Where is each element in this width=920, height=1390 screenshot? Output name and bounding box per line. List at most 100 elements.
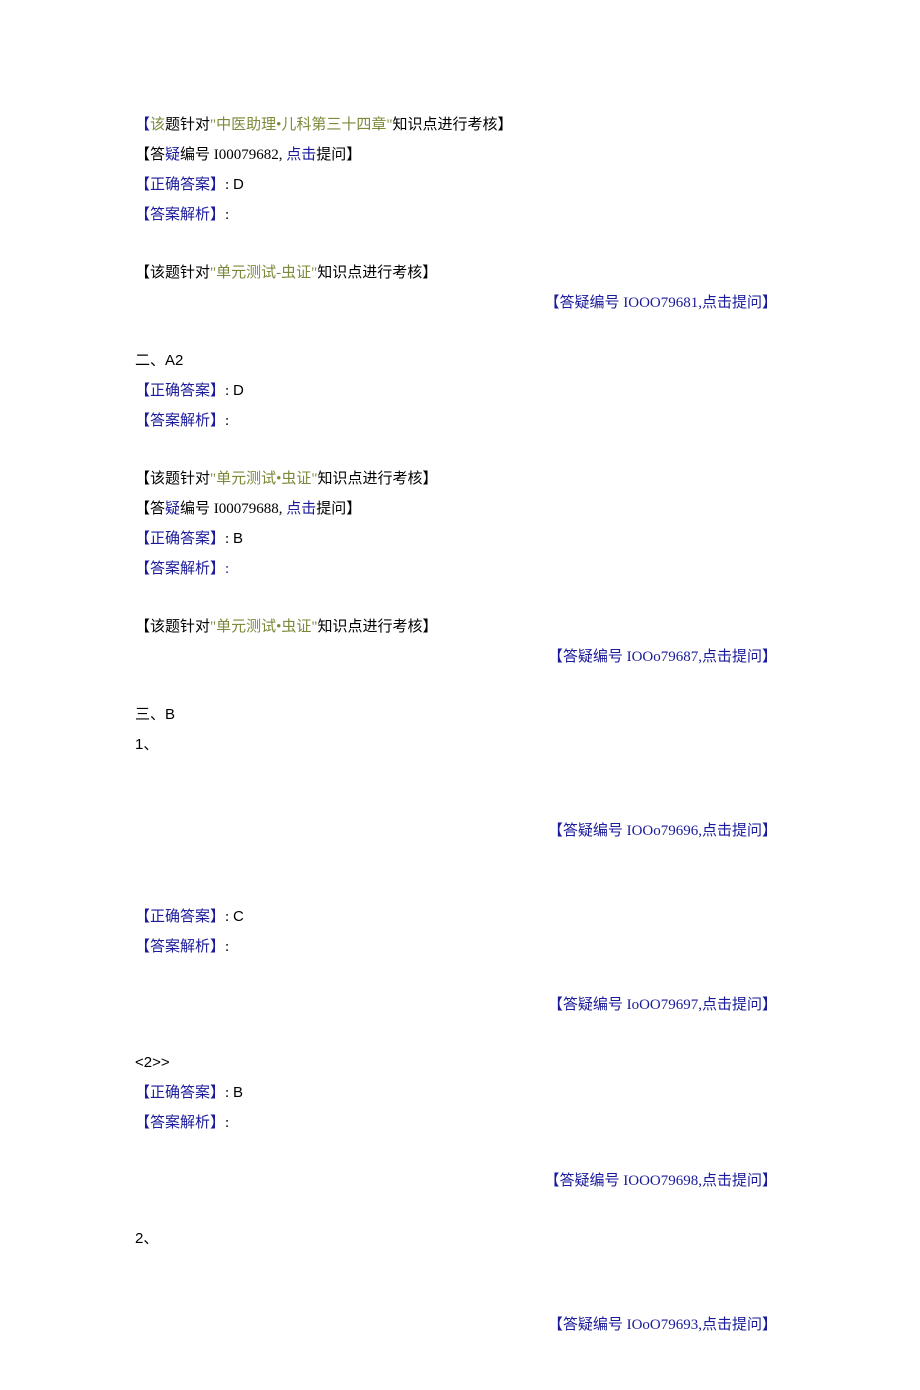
text-run: B — [165, 706, 175, 723]
text-line: 【答疑编号 I00079688, 点击提问】 — [135, 494, 785, 524]
text-run: 【正确答案】 — [135, 383, 225, 399]
text-run: C — [233, 908, 244, 925]
text-run: 【该题针对 — [135, 265, 210, 281]
blank-line — [135, 846, 785, 874]
text-run: "单元测试•虫证" — [210, 619, 318, 635]
text-run: B — [233, 1084, 243, 1101]
text-line: 【答案解析】: — [135, 554, 785, 584]
text-line: 二、A2 — [135, 346, 785, 376]
blank-line — [135, 874, 785, 902]
text-run: B — [233, 530, 243, 547]
text-line: 【答疑编号 IOOo79696,点击提问】 — [135, 816, 785, 846]
text-line: 【答疑编号 IOoO79693,点击提问】 — [135, 1310, 785, 1340]
text-line: 【答疑编号 IoOO79697,点击提问】 — [135, 990, 785, 1020]
text-run: 提问】 — [316, 501, 361, 517]
blank-line — [135, 1020, 785, 1048]
text-run: 疑 — [165, 501, 180, 517]
text-run: 点击 — [286, 501, 316, 517]
text-line: 【该题针对"单元测试•虫证"知识点进行考核】 — [135, 464, 785, 494]
text-line: 【答疑编号 IOOO79681,点击提问】 — [135, 288, 785, 318]
text-line: 【正确答案】: B — [135, 524, 785, 554]
text-run: 知识点进行考核】 — [318, 471, 438, 487]
text-run: "单元测试•虫证" — [210, 471, 318, 487]
text-run: 【正确答案】 — [135, 531, 225, 547]
blank-line — [135, 584, 785, 612]
blank-line — [135, 962, 785, 990]
text-line: 【正确答案】: D — [135, 170, 785, 200]
text-run: : — [225, 939, 229, 955]
text-run: 三、 — [135, 707, 165, 723]
text-run: 【答案解析】 — [135, 939, 225, 955]
text-run: 【答案解析】 — [135, 1115, 225, 1131]
text-line: 【答案解析】: — [135, 932, 785, 962]
text-line: 【答疑编号 IOOo79687,点击提问】 — [135, 642, 785, 672]
text-run: : — [225, 531, 233, 547]
text-run: 题针对 — [165, 117, 210, 133]
blank-line — [135, 436, 785, 464]
blank-line — [135, 318, 785, 346]
blank-line — [135, 672, 785, 700]
text-line: 【该题针对"单元测试-虫证"知识点进行考核】 — [135, 258, 785, 288]
text-run: 编号 I00079688, — [180, 501, 286, 517]
text-run: 【该题针对 — [135, 471, 210, 487]
text-run: "中医助理•儿科第三十四章" — [210, 117, 393, 133]
text-run: 【答疑编号 IOOo79696,点击提问】 — [548, 823, 777, 839]
text-run: 【答案解析】: — [135, 561, 229, 577]
text-run: D — [233, 382, 244, 399]
text-run: 【答疑编号 IOOO79698,点击提问】 — [545, 1173, 778, 1189]
text-run: : — [225, 383, 233, 399]
blank-line — [135, 760, 785, 788]
blank-line — [135, 788, 785, 816]
document-body: 【该题针对"中医助理•儿科第三十四章"知识点进行考核】【答疑编号 I000796… — [135, 110, 785, 1340]
text-run: "单元测试-虫证" — [210, 265, 317, 281]
text-run: 【正确答案】 — [135, 1085, 225, 1101]
text-run: 【答疑编号 IOOo79687,点击提问】 — [548, 649, 777, 665]
text-run: : — [225, 413, 229, 429]
text-run: 【正确答案】 — [135, 909, 225, 925]
text-run: 知识点进行考核】 — [317, 265, 437, 281]
text-run: 该 — [150, 117, 165, 133]
text-line: 【答疑编号 I00079682, 点击提问】 — [135, 140, 785, 170]
text-run: : — [225, 177, 233, 193]
text-line: 【答疑编号 IOOO79698,点击提问】 — [135, 1166, 785, 1196]
text-run: 【正确答案】 — [135, 177, 225, 193]
text-run: 【答疑编号 IOoO79693,点击提问】 — [548, 1317, 777, 1333]
text-run: A2 — [165, 352, 183, 369]
text-line: 【该题针对"中医助理•儿科第三十四章"知识点进行考核】 — [135, 110, 785, 140]
text-run: 【答案解析】 — [135, 413, 225, 429]
text-run: 、 — [143, 1231, 158, 1247]
blank-line — [135, 1282, 785, 1310]
text-line: 【该题针对"单元测试•虫证"知识点进行考核】 — [135, 612, 785, 642]
text-line: 【正确答案】: C — [135, 902, 785, 932]
blank-line — [135, 1196, 785, 1224]
text-run: 知识点进行考核】 — [318, 619, 438, 635]
text-run: : — [225, 1085, 233, 1101]
text-run: 、 — [143, 737, 158, 753]
blank-line — [135, 1138, 785, 1166]
text-run: 【答疑编号 IoOO79697,点击提问】 — [548, 997, 777, 1013]
text-run: 二、 — [135, 353, 165, 369]
text-run: 【答案解析】 — [135, 207, 225, 223]
text-run: 编号 I00079682, — [180, 147, 286, 163]
text-line: 1、 — [135, 730, 785, 760]
text-line: 【答案解析】: — [135, 200, 785, 230]
text-run: 点击 — [286, 147, 316, 163]
text-run: 疑 — [165, 147, 180, 163]
text-line: <2>> — [135, 1048, 785, 1078]
text-line: 三、B — [135, 700, 785, 730]
text-line: 【答案解析】: — [135, 1108, 785, 1138]
text-run: 【该题针对 — [135, 619, 210, 635]
text-run: : — [225, 909, 233, 925]
text-line: 2、 — [135, 1224, 785, 1254]
text-run: 【 — [135, 117, 150, 133]
text-run: : — [225, 1115, 229, 1131]
text-run: 提问】 — [316, 147, 361, 163]
text-line: 【正确答案】: B — [135, 1078, 785, 1108]
text-run: : — [225, 207, 229, 223]
text-run: 知识点进行考核】 — [393, 117, 513, 133]
text-run: D — [233, 176, 244, 193]
text-run: 【答疑编号 IOOO79681,点击提问】 — [545, 295, 778, 311]
text-run: 【答 — [135, 147, 165, 163]
text-line: 【答案解析】: — [135, 406, 785, 436]
text-line: 【正确答案】: D — [135, 376, 785, 406]
